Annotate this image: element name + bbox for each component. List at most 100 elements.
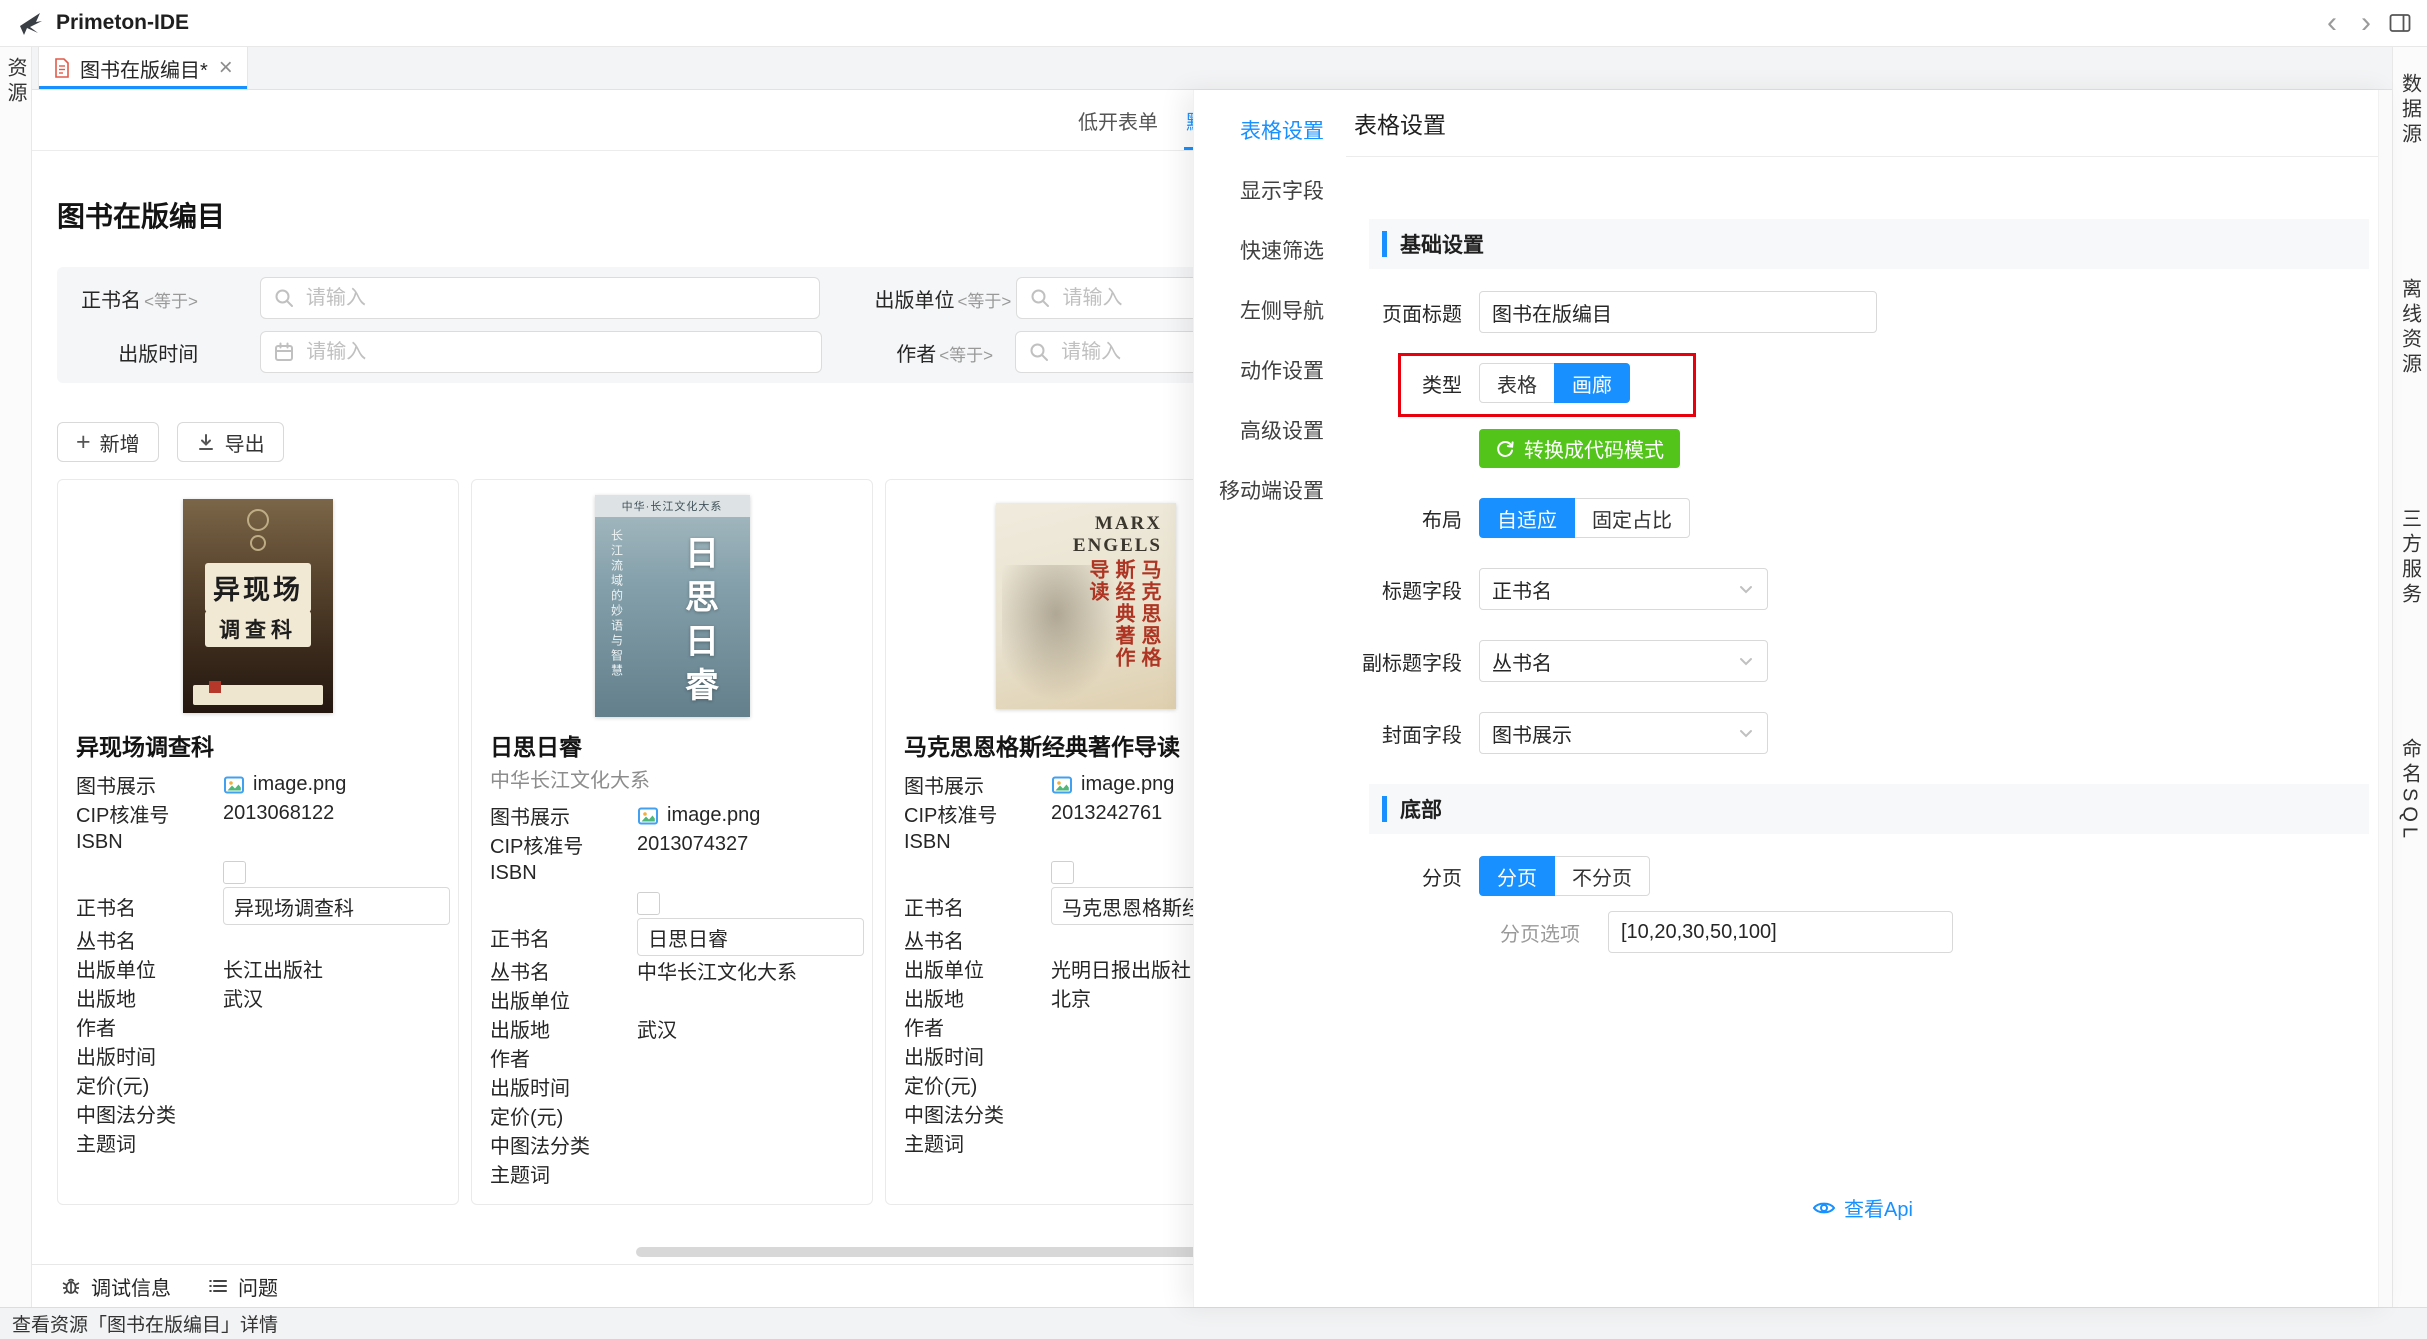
card-fields: 图书展示image.pngCIP核准号2013068122ISBN正书名丛书名出… bbox=[76, 770, 440, 1157]
settings-nav-item-高级设置[interactable]: 高级设置 bbox=[1194, 400, 1346, 460]
settings-nav-item-左侧导航[interactable]: 左侧导航 bbox=[1194, 280, 1346, 340]
field-value-text: image.png bbox=[1081, 773, 1174, 796]
book-cover-image: MARXENGELS马克思恩格斯经典著作导读 bbox=[996, 503, 1176, 709]
bug-icon bbox=[60, 1275, 82, 1297]
dock-item-1[interactable]: 数据源 bbox=[2396, 73, 2425, 148]
drawer-scrollbar[interactable] bbox=[2378, 90, 2392, 1307]
field-label: 作者 bbox=[904, 1012, 1051, 1041]
seg-option-分页[interactable]: 分页 bbox=[1479, 856, 1555, 896]
field-input[interactable] bbox=[223, 887, 450, 925]
isbn-checkbox[interactable] bbox=[223, 861, 246, 884]
search-field-label: 出版单位<等于> bbox=[874, 284, 994, 313]
card-field-row bbox=[490, 888, 854, 918]
title-field-select[interactable]: 正书名 bbox=[1479, 568, 1768, 610]
gallery-card[interactable]: 异现场调查科异现场调查科图书展示image.pngCIP核准号201306812… bbox=[57, 479, 459, 1205]
bottom-settings-section-header: 底部 bbox=[1369, 784, 2369, 834]
dock-item-4[interactable]: 命名SQL bbox=[2396, 738, 2425, 843]
editor-tabbar: 图书在版编目* × bbox=[32, 47, 2392, 90]
settings-nav-item-表格设置[interactable]: 表格设置 bbox=[1194, 100, 1346, 160]
tab-label: 图书在版编目* bbox=[80, 54, 208, 83]
cover-title-text: 异现场 bbox=[205, 563, 311, 612]
subtab-低开表单[interactable]: 低开表单 bbox=[1076, 90, 1160, 150]
card-field-row: 正书名 bbox=[76, 887, 440, 925]
cover-field-row: 封面字段 图书展示 bbox=[1346, 712, 2379, 754]
page-title-input[interactable] bbox=[1479, 291, 1877, 333]
problems-item[interactable]: 问题 bbox=[207, 1272, 278, 1301]
basic-settings-section-header: 基础设置 bbox=[1369, 219, 2369, 269]
history-back-icon[interactable]: ‹ bbox=[2321, 8, 2343, 38]
settings-nav-item-移动端设置[interactable]: 移动端设置 bbox=[1194, 460, 1346, 520]
search-input[interactable] bbox=[260, 277, 821, 319]
settings-nav-item-显示字段[interactable]: 显示字段 bbox=[1194, 160, 1346, 220]
field-label: ISBN bbox=[904, 831, 1051, 854]
cover-field-select[interactable]: 图书展示 bbox=[1479, 712, 1768, 754]
type-segmented: 表格画廊 bbox=[1479, 363, 1630, 403]
field-value: image.png bbox=[223, 773, 346, 796]
debug-info-item[interactable]: 调试信息 bbox=[60, 1272, 171, 1301]
field-label: ISBN bbox=[76, 831, 223, 854]
card-title: 日思日睿 bbox=[490, 728, 854, 762]
subtitle-field-select[interactable]: 丛书名 bbox=[1479, 640, 1768, 682]
field-value-text: 长江出版社 bbox=[223, 954, 323, 983]
export-button[interactable]: 导出 bbox=[177, 422, 284, 462]
gallery-card[interactable]: 中华·长江文化大系长江流域的妙语与智慧日思日睿日思日睿中华长江文化大系图书展示i… bbox=[471, 479, 873, 1205]
settings-nav-item-快速筛选[interactable]: 快速筛选 bbox=[1194, 220, 1346, 280]
panel-toggle-icon[interactable] bbox=[2389, 13, 2411, 33]
settings-content: 表格设置 基础设置 页面标题 bbox=[1346, 90, 2392, 1307]
convert-button-label: 转换成代码模式 bbox=[1524, 434, 1664, 463]
seg-option-固定占比[interactable]: 固定占比 bbox=[1574, 498, 1690, 538]
type-label: 类型 bbox=[1346, 369, 1462, 398]
field-label: 出版单位 bbox=[904, 954, 1051, 983]
horizontal-scrollbar[interactable] bbox=[636, 1247, 1224, 1257]
cover-title-text: 调查科 bbox=[205, 611, 311, 647]
resources-dock-item[interactable]: 资源 bbox=[1, 57, 30, 1307]
book-cover-image: 中华·长江文化大系长江流域的妙语与智慧日思日睿 bbox=[595, 495, 750, 717]
card-field-row: 主题词 bbox=[76, 1128, 440, 1157]
field-value bbox=[637, 918, 854, 956]
text-input-field[interactable] bbox=[304, 286, 808, 311]
search-icon bbox=[1029, 287, 1051, 309]
field-value: 2013074327 bbox=[637, 833, 748, 856]
card-field-row: 丛书名中华长江文化大系 bbox=[490, 956, 854, 985]
history-forward-icon[interactable]: › bbox=[2355, 8, 2377, 38]
field-value: 北京 bbox=[1051, 983, 1091, 1012]
card-title: 异现场调查科 bbox=[76, 728, 440, 762]
isbn-checkbox[interactable] bbox=[1051, 861, 1074, 884]
field-label: 丛书名 bbox=[76, 925, 223, 954]
card-field-row: 丛书名 bbox=[76, 925, 440, 954]
tab-book-catalog[interactable]: 图书在版编目* × bbox=[38, 47, 248, 89]
card-field-row: CIP核准号2013068122 bbox=[76, 799, 440, 828]
field-label: 中图法分类 bbox=[490, 1130, 637, 1159]
dock-item-2[interactable]: 离线资源 bbox=[2396, 278, 2425, 378]
paging-options-input[interactable] bbox=[1608, 911, 1953, 953]
field-label: 主题词 bbox=[904, 1128, 1051, 1157]
date-input[interactable] bbox=[260, 331, 822, 373]
paging-label: 分页 bbox=[1346, 862, 1462, 891]
seg-option-表格[interactable]: 表格 bbox=[1479, 363, 1555, 403]
card-field-row: 出版时间 bbox=[76, 1041, 440, 1070]
field-label: 主题词 bbox=[490, 1159, 637, 1188]
isbn-checkbox[interactable] bbox=[637, 892, 660, 915]
convert-to-code-button[interactable]: 转换成代码模式 bbox=[1479, 429, 1680, 468]
seg-option-自适应[interactable]: 自适应 bbox=[1479, 498, 1575, 538]
field-input[interactable] bbox=[637, 918, 864, 956]
field-value: 武汉 bbox=[223, 983, 263, 1012]
cover-field-value: 图书展示 bbox=[1492, 719, 1572, 748]
titlebar: Primeton-IDE ‹ › bbox=[0, 0, 2427, 47]
dock-item-3[interactable]: 三方服务 bbox=[2396, 508, 2425, 608]
cover-title-text: 日思日睿 bbox=[675, 535, 724, 711]
field-label: 定价(元) bbox=[904, 1070, 1051, 1099]
cover-series-band: 中华·长江文化大系 bbox=[595, 495, 750, 517]
field-value-text: 武汉 bbox=[223, 983, 263, 1012]
settings-nav-item-动作设置[interactable]: 动作设置 bbox=[1194, 340, 1346, 400]
title-field-label: 标题字段 bbox=[1346, 575, 1462, 604]
search-field-label: 正书名<等于> bbox=[57, 284, 198, 313]
tab-close-icon[interactable]: × bbox=[219, 54, 233, 82]
field-label: 定价(元) bbox=[76, 1070, 223, 1099]
seg-option-不分页[interactable]: 不分页 bbox=[1554, 856, 1650, 896]
view-api-link[interactable]: 查看Api bbox=[1812, 1193, 1913, 1222]
text-input-field[interactable] bbox=[304, 340, 809, 365]
add-button[interactable]: + 新增 bbox=[57, 422, 159, 462]
seg-option-画廊[interactable]: 画廊 bbox=[1554, 363, 1630, 403]
cover-title-text: 马克思恩格斯经典著作导读 bbox=[1084, 559, 1162, 683]
